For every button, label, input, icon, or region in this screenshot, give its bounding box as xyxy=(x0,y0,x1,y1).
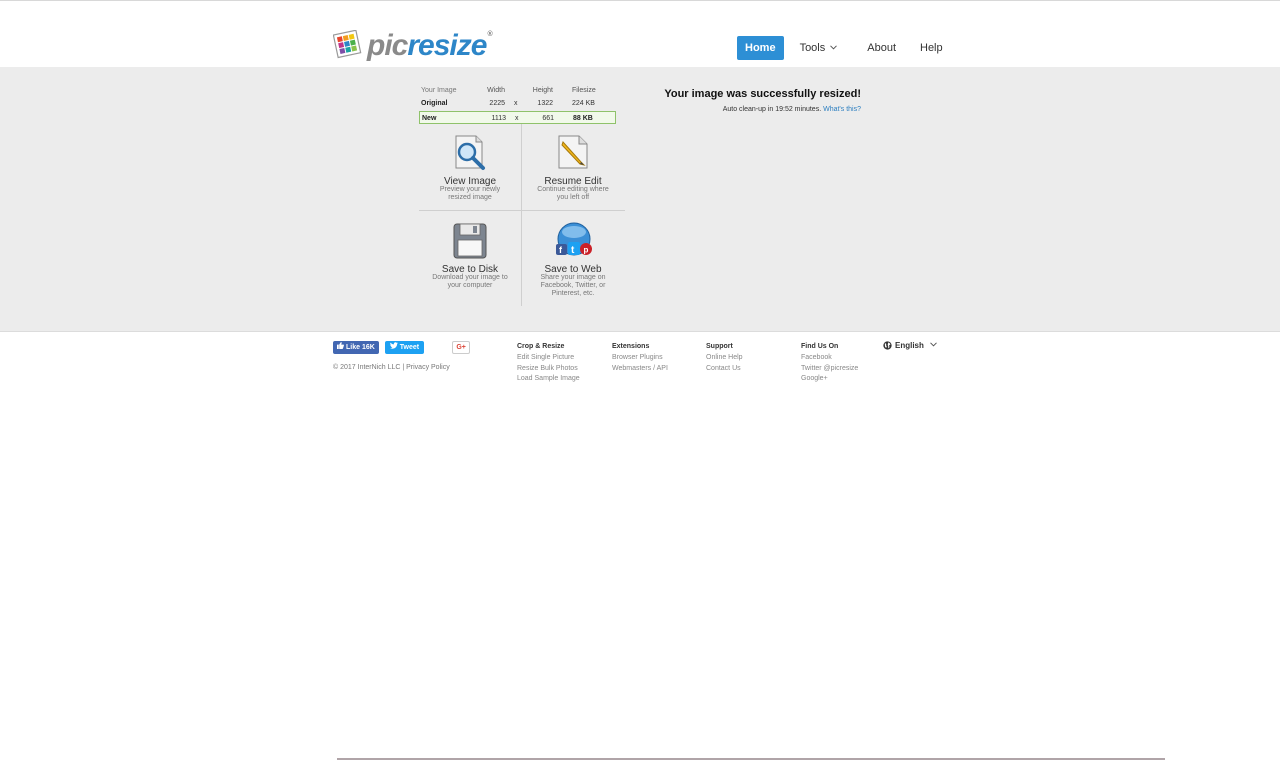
footer-col-title: Crop & Resize xyxy=(517,343,565,350)
footer-col-crop-resize: Crop & Resize Edit Single Picture Resize… xyxy=(517,343,580,385)
copyright-text: © 2017 InterNich LLC | Privacy Policy xyxy=(333,364,450,371)
header-width: Width xyxy=(487,87,505,94)
status-message: Your image was successfully resized! Aut… xyxy=(649,88,861,113)
tweet-button[interactable]: Tweet xyxy=(384,341,425,354)
chevron-down-icon xyxy=(830,36,838,60)
globe-icon xyxy=(883,341,895,350)
site-footer: Like 16K Tweet G+ © 2017 InterNich LLC |… xyxy=(0,333,1280,393)
cleanup-text: Auto clean-up in 19:52 minutes. xyxy=(722,106,822,113)
main-content xyxy=(0,67,1280,332)
whats-this-link[interactable]: What's this? xyxy=(823,106,861,113)
floppy-disk-icon xyxy=(452,222,488,260)
view-image-desc: Preview your newly resized image xyxy=(439,186,501,201)
footer-link-webmasters-api[interactable]: Webmasters / API xyxy=(612,364,668,375)
info-new-row: New 1113 x 661 88 KB xyxy=(419,111,616,124)
logo-resize-text: resize xyxy=(407,29,487,62)
view-image-button[interactable]: View Image Preview your newly resized im… xyxy=(419,124,521,210)
nav-tools[interactable]: Tools xyxy=(792,36,846,60)
tweet-label: Tweet xyxy=(399,344,420,351)
main-nav: Home Tools About Help xyxy=(737,36,951,60)
success-title: Your image was successfully resized! xyxy=(664,88,861,100)
footer-col-title: Find Us On xyxy=(801,343,839,350)
save-to-web-desc: Share your image on Facebook, Twitter, o… xyxy=(540,274,606,297)
nav-about[interactable]: About xyxy=(859,36,904,60)
original-times: x xyxy=(514,100,518,107)
footer-col-title: Support xyxy=(706,343,733,350)
magnifier-icon xyxy=(452,134,488,172)
social-buttons: Like 16K Tweet G+ xyxy=(333,341,471,354)
footer-link-browser-plugins[interactable]: Browser Plugins xyxy=(612,353,668,364)
action-grid: View Image Preview your newly resized im… xyxy=(419,124,625,306)
footer-link-google-plus[interactable]: Google+ xyxy=(801,374,858,385)
save-to-disk-desc: Download your image to your computer xyxy=(432,274,508,289)
footer-link-edit-single[interactable]: Edit Single Picture xyxy=(517,353,580,364)
image-info-table: Your Image Width Height Filesize Origina… xyxy=(419,84,616,124)
footer-col-title: Extensions xyxy=(612,343,650,350)
social-globe-icon: f t p xyxy=(555,222,592,260)
footer-link-facebook[interactable]: Facebook xyxy=(801,353,858,364)
footer-col-support: Support Online Help Contact Us xyxy=(706,343,743,374)
site-header: picresize® Home Tools About Help xyxy=(0,1,1280,67)
registered-mark: ® xyxy=(487,31,492,38)
logo-wordmark: picresize® xyxy=(367,29,493,62)
logo-pic-text: pic xyxy=(367,29,408,62)
google-plus-button[interactable]: G+ xyxy=(452,341,471,354)
grid-divider-horizontal xyxy=(419,210,625,211)
facebook-like-button[interactable]: Like 16K xyxy=(333,341,379,354)
logo-squares-icon xyxy=(332,29,365,62)
chevron-down-icon xyxy=(930,342,937,349)
nav-home[interactable]: Home xyxy=(737,36,784,60)
header-filesize: Filesize xyxy=(572,87,596,94)
resume-edit-button[interactable]: Resume Edit Continue editing where you l… xyxy=(522,124,624,210)
header-your-image: Your Image xyxy=(421,87,457,94)
footer-link-load-sample[interactable]: Load Sample Image xyxy=(517,374,580,385)
twitter-bird-icon xyxy=(389,341,398,354)
original-filesize: 224 KB xyxy=(572,100,595,107)
nav-help[interactable]: Help xyxy=(912,36,951,60)
svg-text:p: p xyxy=(584,246,589,255)
footer-link-contact-us[interactable]: Contact Us xyxy=(706,364,743,375)
save-to-web-button[interactable]: f t p Save to Web Share your image on Fa… xyxy=(522,212,624,298)
thumbs-up-icon xyxy=(337,341,344,354)
pencil-document-icon xyxy=(555,134,591,172)
language-label: English xyxy=(895,341,924,350)
info-header-row: Your Image Width Height Filesize xyxy=(419,84,616,97)
footer-col-extensions: Extensions Browser Plugins Webmasters / … xyxy=(612,343,668,374)
cleanup-notice: Auto clean-up in 19:52 minutes. What's t… xyxy=(649,106,861,113)
original-label: Original xyxy=(421,100,448,107)
resume-edit-desc: Continue editing where you left off xyxy=(537,186,609,201)
site-logo[interactable]: picresize® xyxy=(332,28,493,64)
footer-col-find-us: Find Us On Facebook Twitter @picresize G… xyxy=(801,343,858,385)
original-width: 2225 xyxy=(489,100,505,107)
info-original-row: Original 2225 x 1322 224 KB xyxy=(419,97,616,110)
language-selector[interactable]: English xyxy=(883,341,937,350)
footer-link-resize-bulk[interactable]: Resize Bulk Photos xyxy=(517,364,580,375)
header-height: Height xyxy=(532,87,553,94)
footer-link-twitter[interactable]: Twitter @picresize xyxy=(801,364,858,375)
like-count: Like 16K xyxy=(346,344,375,351)
footer-link-online-help[interactable]: Online Help xyxy=(706,353,743,364)
save-to-disk-button[interactable]: Save to Disk Download your image to your… xyxy=(419,212,521,298)
original-height: 1322 xyxy=(537,100,553,107)
nav-tools-label: Tools xyxy=(799,42,826,54)
